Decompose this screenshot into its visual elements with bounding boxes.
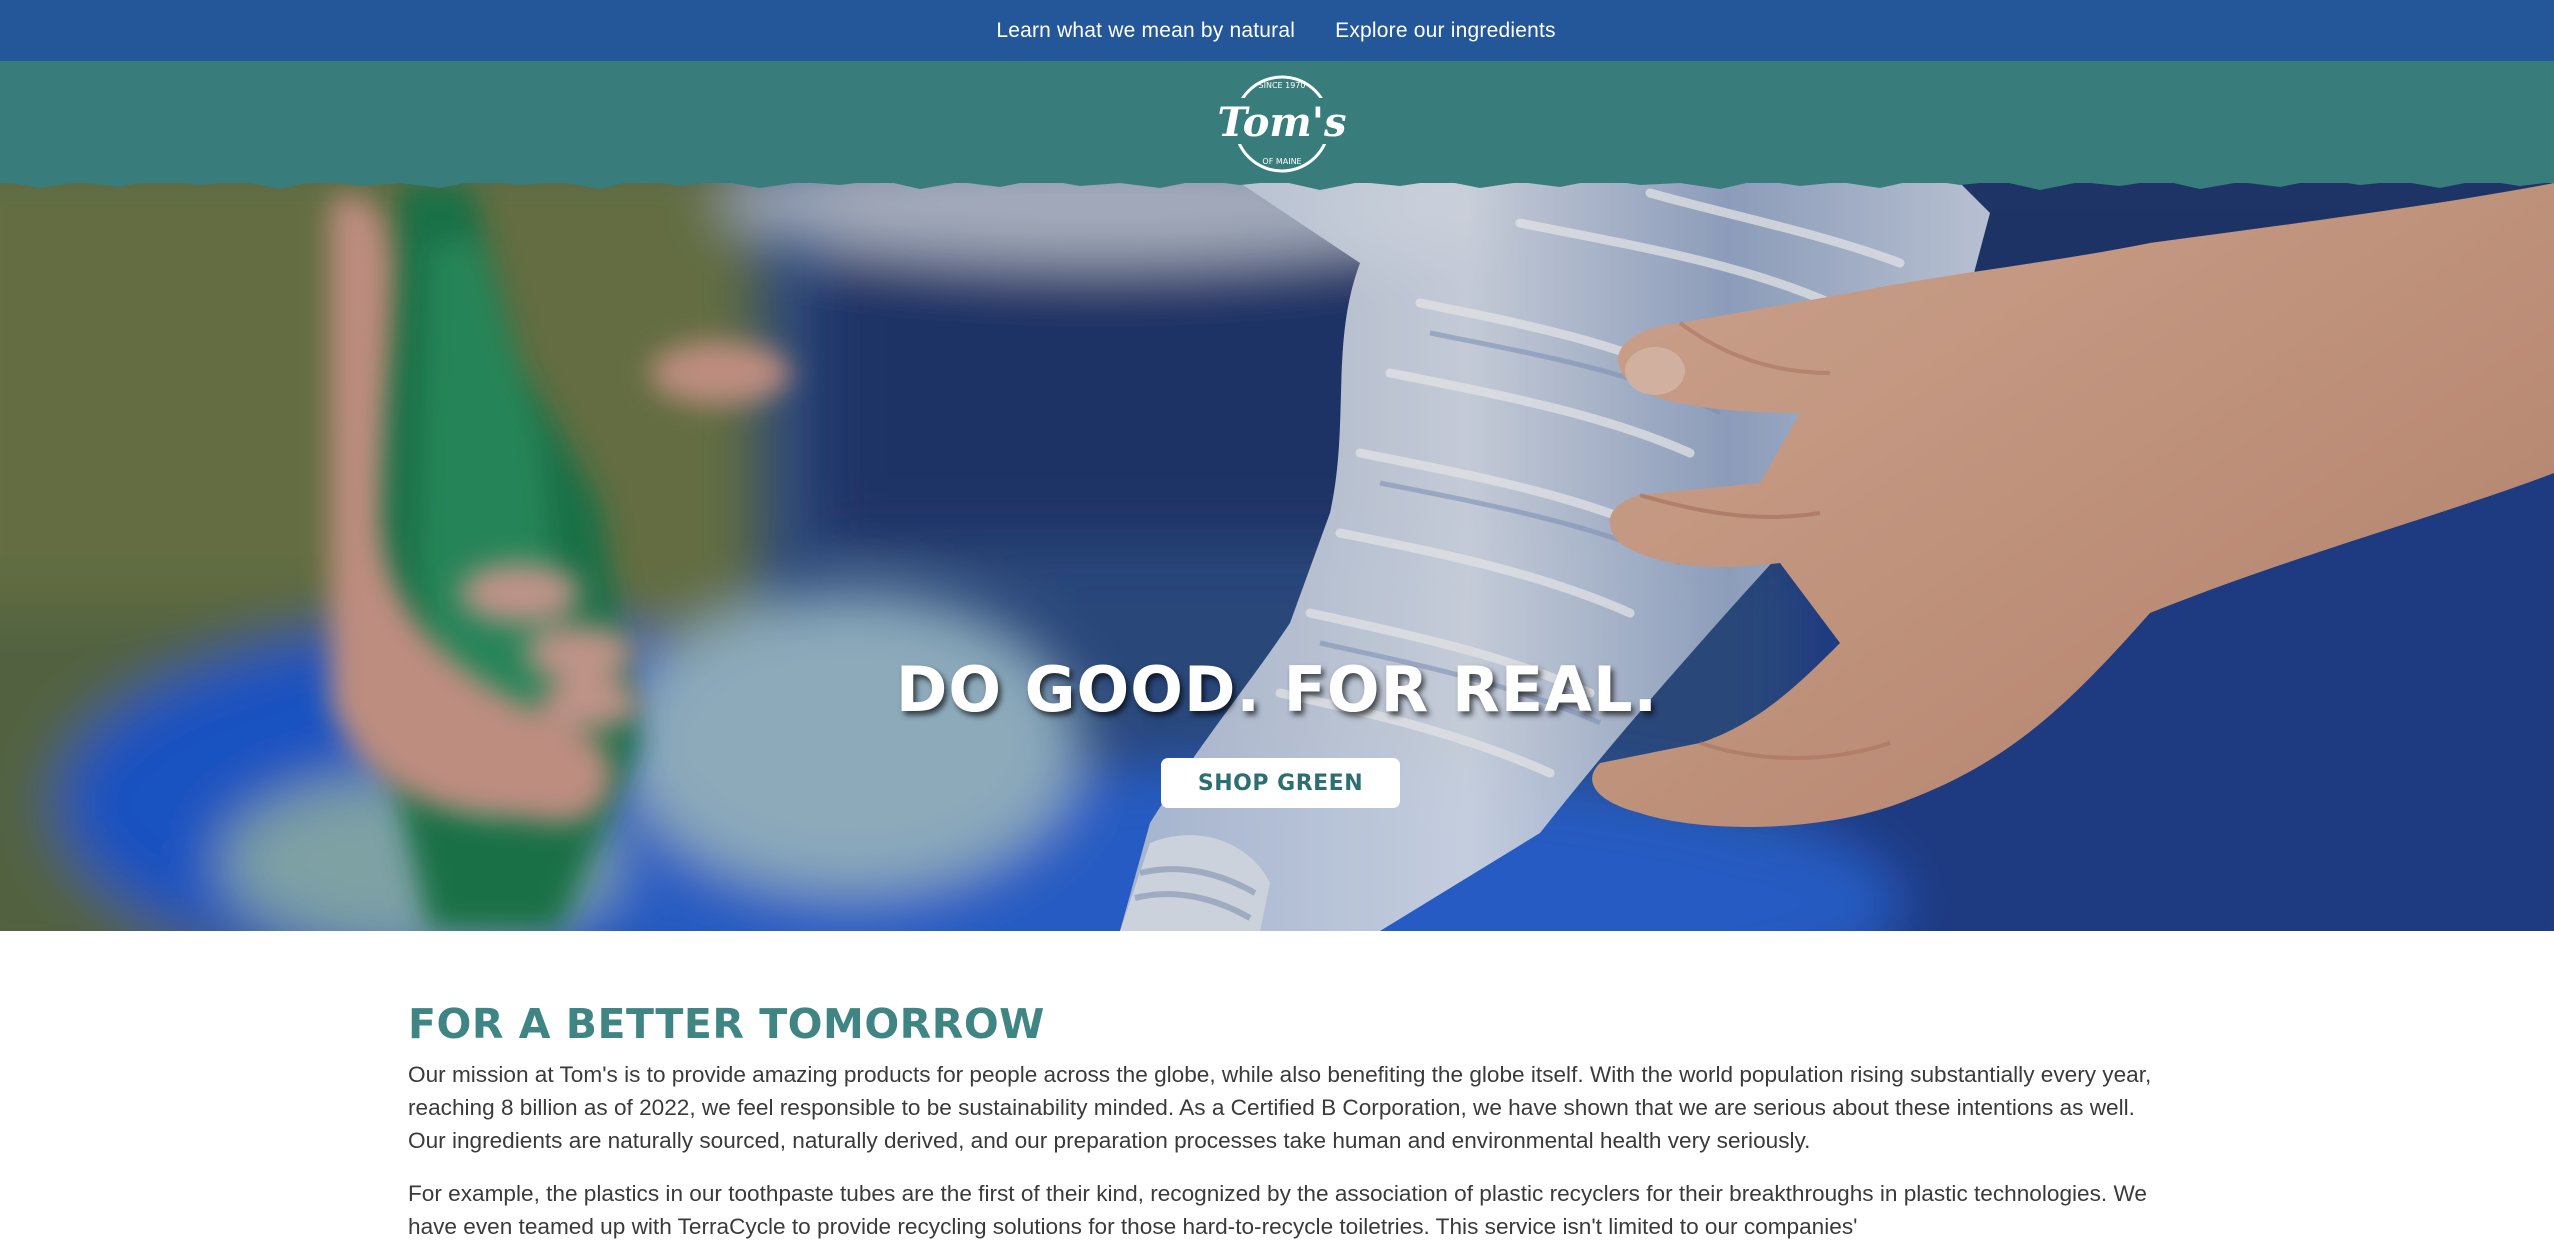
plastics-paragraph: For example, the plastics in our toothpa… — [408, 1181, 2147, 1239]
top-utility-nav: Learn what we mean by natural Explore ou… — [0, 0, 2554, 62]
mission-paragraph: Our mission at Tom's is to provide amazi… — [408, 1062, 2152, 1153]
hero-title: DO GOOD. FOR REAL. — [895, 653, 1659, 726]
hero-banner: DO GOOD. FOR REAL. SHOP GREEN — [0, 183, 2554, 931]
mission-section: FOR A BETTER TOMORROW Our mission at Tom… — [408, 1000, 2168, 1243]
toms-of-maine-logo[interactable]: Tom's SINCE 1970 OF MAINE — [1213, 68, 1351, 180]
shop-green-button[interactable]: SHOP GREEN — [1161, 758, 1400, 808]
explore-ingredients-link[interactable]: Explore our ingredients — [1335, 19, 1556, 43]
learn-natural-link[interactable]: Learn what we mean by natural — [996, 19, 1295, 43]
logo-arc-bottom: OF MAINE — [1262, 157, 1301, 166]
logo-arc-top: SINCE 1970 — [1259, 81, 1306, 90]
logo-wordmark: Tom's — [1218, 99, 1347, 146]
section-heading: FOR A BETTER TOMORROW — [408, 1000, 1045, 1048]
hands-recycling-bottles-photo — [0, 183, 2554, 931]
